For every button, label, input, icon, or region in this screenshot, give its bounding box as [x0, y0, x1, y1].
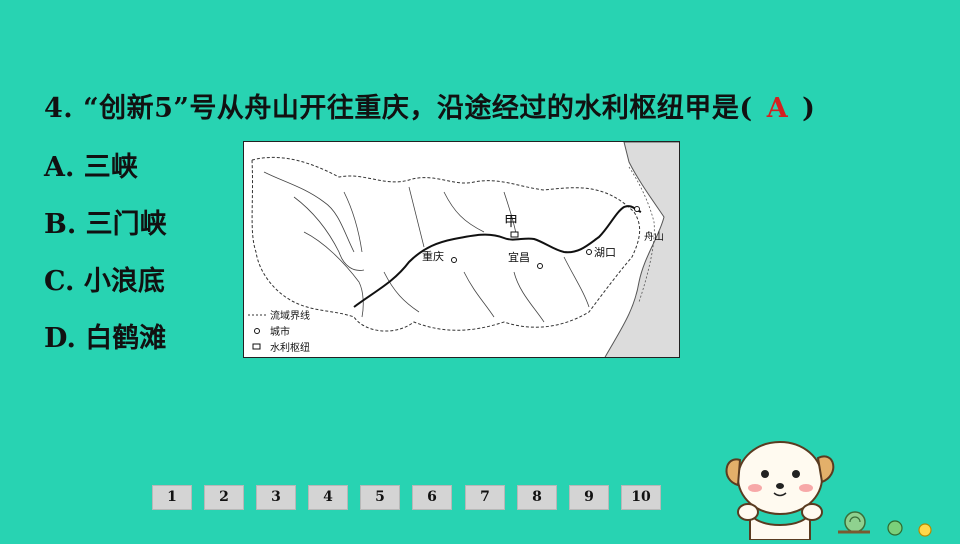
city-chongqing-marker	[451, 257, 457, 263]
page-button-9[interactable]: 9	[569, 485, 609, 510]
basin-boundary	[251, 156, 641, 332]
page-button-2[interactable]: 2	[204, 485, 244, 510]
tributaries	[263, 171, 590, 323]
cartoon-dog-mascot	[720, 430, 950, 544]
question-close-paren: )	[802, 93, 816, 124]
legend-city: 城市	[270, 325, 290, 338]
label-hukou: 湖口	[594, 246, 616, 259]
page-button-5[interactable]: 5	[360, 485, 400, 510]
city-yichang-marker	[537, 263, 543, 269]
legend-hydro: 水利枢纽	[270, 341, 310, 354]
answer-text: A	[766, 93, 789, 124]
question-text: 4. “创新5”号从舟山开往重庆，沿途经过的水利枢纽甲是( A)	[44, 86, 815, 125]
label-chongqing: 重庆	[422, 249, 444, 263]
city-hukou-marker	[586, 249, 592, 255]
page-button-8[interactable]: 8	[517, 485, 557, 510]
yangtze-basin-map: 甲 重庆 宜昌 湖口 舟山 流域界线 城市 水利枢纽	[243, 141, 680, 358]
page-button-7[interactable]: 7	[465, 485, 505, 510]
mascot-svg	[725, 441, 932, 541]
question-stem: 4. “创新5”号从舟山开往重庆，沿途经过的水利枢纽甲是(	[44, 93, 753, 124]
page-button-10[interactable]: 10	[621, 485, 661, 510]
option-b[interactable]: B. 三门峡	[44, 202, 167, 241]
map-legend: 流域界线 城市 水利枢纽	[248, 309, 310, 354]
page-button-4[interactable]: 4	[308, 485, 348, 510]
label-jia: 甲	[504, 214, 518, 230]
legend-boundary: 流域界线	[270, 309, 310, 322]
page-button-6[interactable]: 6	[412, 485, 452, 510]
label-zhoushan: 舟山	[644, 230, 664, 243]
option-a[interactable]: A. 三峡	[44, 145, 138, 184]
label-yichang: 宜昌	[508, 250, 530, 264]
option-c[interactable]: C. 小浪底	[44, 259, 165, 298]
map-svg: 甲 重庆 宜昌 湖口 舟山 流域界线 城市 水利枢纽	[248, 142, 679, 357]
page-button-1[interactable]: 1	[152, 485, 192, 510]
option-d[interactable]: D. 白鹤滩	[44, 316, 166, 355]
hydro-jia-marker	[510, 231, 519, 238]
city-zhoushan-marker	[634, 206, 640, 212]
page-button-3[interactable]: 3	[256, 485, 296, 510]
